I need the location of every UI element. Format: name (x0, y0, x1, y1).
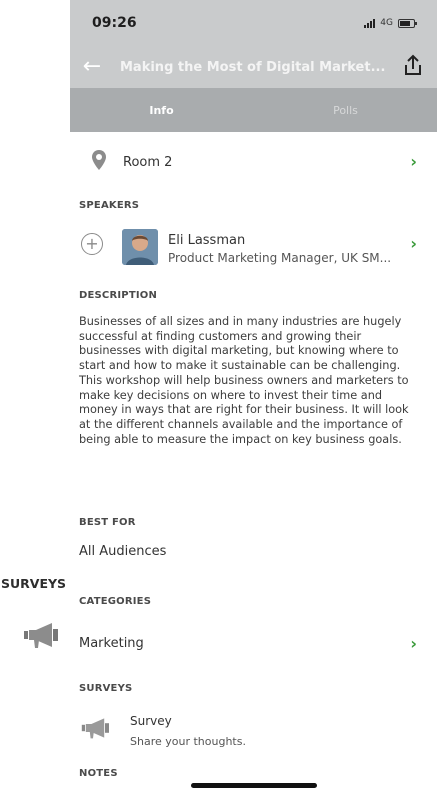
best-for-heading: BEST FOR (79, 517, 136, 528)
tab-bar: Info Polls (70, 88, 437, 132)
description-text: Businesses of all sizes and in many indu… (79, 315, 409, 446)
chevron-right-icon: › (410, 634, 417, 653)
add-speaker-icon[interactable]: + (81, 233, 103, 255)
megaphone-icon (24, 623, 58, 648)
megaphone-icon (81, 718, 109, 739)
survey-subtitle: Share your thoughts. (130, 735, 246, 748)
notes-heading: NOTES (79, 768, 118, 779)
room-label: Room 2 (123, 155, 173, 170)
speaker-role: Product Marketing Manager, UK SM... (168, 251, 392, 265)
back-arrow-icon[interactable]: ← (78, 52, 106, 80)
location-row[interactable]: Room 2 › (70, 140, 437, 184)
page-title: Making the Most of Digital Market... (120, 60, 386, 75)
signal-icon (364, 18, 376, 28)
battery-icon (398, 18, 417, 28)
best-for-value: All Audiences (79, 544, 167, 559)
avatar (122, 229, 158, 265)
chevron-right-icon: › (410, 234, 417, 253)
chevron-right-icon: › (410, 152, 417, 171)
status-time: 09:26 (92, 15, 137, 31)
survey-row[interactable]: Survey Share your thoughts. (70, 706, 437, 754)
description-heading: DESCRIPTION (79, 290, 158, 301)
app-header: 09:26 4G ← Making the Most of Digital Ma… (70, 0, 437, 88)
phone-screen: 09:26 4G ← Making the Most of Digital Ma… (70, 0, 437, 791)
categories-heading: CATEGORIES (79, 596, 152, 607)
tab-info[interactable]: Info (70, 88, 253, 132)
speakers-heading: SPEAKERS (79, 200, 140, 211)
share-icon[interactable] (399, 52, 427, 80)
speaker-name: Eli Lassman (168, 233, 246, 248)
surveys-heading: SURVEYS (79, 683, 133, 694)
home-indicator[interactable] (191, 783, 317, 788)
category-row[interactable]: Marketing › (70, 624, 437, 664)
tab-polls[interactable]: Polls (254, 88, 437, 132)
survey-title: Survey (130, 714, 172, 728)
surveys-overlay-label: SURVEYS (1, 576, 67, 591)
speaker-row[interactable]: + Eli Lassman Product Marketing Manager,… (70, 222, 437, 274)
status-indicators: 4G (364, 18, 417, 28)
location-pin-icon (92, 150, 106, 170)
category-label: Marketing (79, 636, 144, 651)
network-label: 4G (380, 18, 393, 28)
